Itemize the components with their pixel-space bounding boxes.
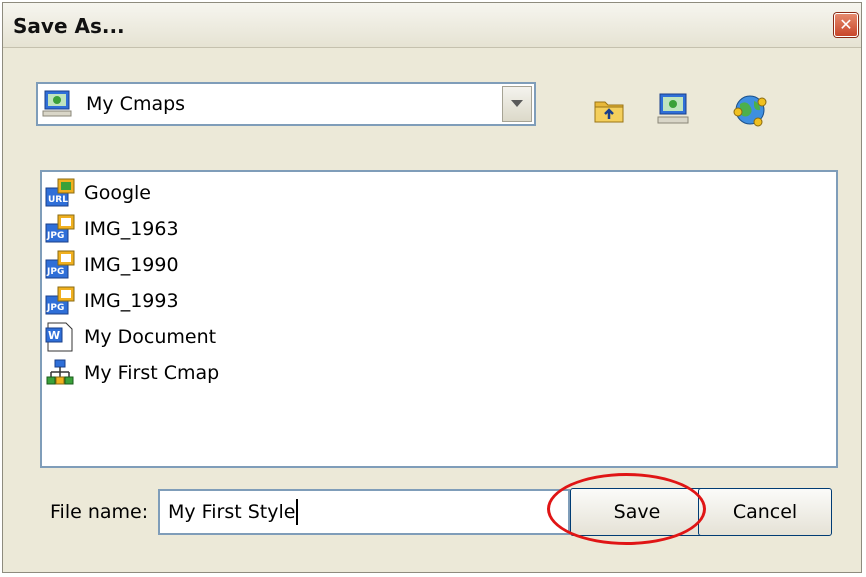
file-name: IMG_1963 <box>84 218 179 240</box>
list-item[interactable]: URL Google <box>44 176 151 210</box>
my-cmaps-button[interactable] <box>656 92 690 126</box>
svg-text:URL: URL <box>48 195 68 205</box>
chevron-down-icon <box>511 100 523 107</box>
cancel-button[interactable]: Cancel <box>698 488 832 536</box>
location-selected: My Cmaps <box>86 93 186 115</box>
text-caret <box>296 499 298 525</box>
url-file-icon: URL <box>45 178 75 207</box>
svg-text:JPG: JPG <box>46 303 64 313</box>
list-item[interactable]: JPG IMG_1993 <box>44 284 179 318</box>
close-icon: ✕ <box>839 15 853 34</box>
jpg-file-icon: JPG <box>45 286 75 315</box>
jpg-file-icon: JPG <box>45 250 75 279</box>
title-bar[interactable]: Save As... ✕ <box>3 3 861 48</box>
file-name: Google <box>84 182 152 204</box>
my-cmaps-icon <box>657 93 689 124</box>
file-name: IMG_1990 <box>84 254 179 276</box>
file-name: My Document <box>84 326 217 348</box>
file-name: My First Cmap <box>84 362 220 384</box>
dialog-title: Save As... <box>13 14 125 38</box>
svg-text:JPG: JPG <box>46 231 64 241</box>
word-document-icon: W <box>45 322 73 352</box>
file-name-label: File name: <box>50 501 149 523</box>
up-folder-button[interactable] <box>592 92 626 126</box>
list-item[interactable]: JPG IMG_1990 <box>44 248 179 282</box>
location-dropdown[interactable]: My Cmaps <box>36 82 536 126</box>
cmap-icon <box>46 359 74 385</box>
save-button[interactable]: Save <box>570 488 704 536</box>
file-name: IMG_1993 <box>84 290 179 312</box>
dropdown-button[interactable] <box>502 86 532 122</box>
cmaps-computer-icon <box>42 90 72 117</box>
file-name-input[interactable] <box>158 489 570 535</box>
file-list[interactable]: URL Google JPG IMG_1963 JPG IMG_1990 JPG <box>40 170 838 468</box>
shared-places-button[interactable] <box>732 92 767 127</box>
shared-places-globe-icon <box>733 95 767 127</box>
close-button[interactable]: ✕ <box>834 13 858 37</box>
up-folder-icon <box>594 101 624 123</box>
svg-text:W: W <box>48 329 60 342</box>
jpg-file-icon: JPG <box>45 214 75 243</box>
list-item[interactable]: My First Cmap <box>44 356 219 390</box>
svg-text:JPG: JPG <box>46 267 64 277</box>
list-item[interactable]: W My Document <box>44 320 216 354</box>
list-item[interactable]: JPG IMG_1963 <box>44 212 179 246</box>
